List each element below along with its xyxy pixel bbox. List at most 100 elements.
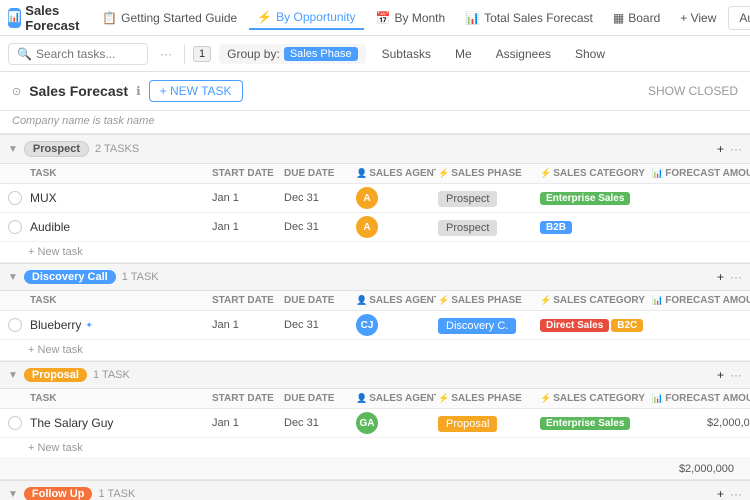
group-more-icon[interactable]: ··· (730, 142, 742, 156)
task-row[interactable]: Blueberry✦ Jan 1 Dec 31 CJ Discovery C. … (0, 311, 750, 340)
tab-getting-started[interactable]: 📋 Getting Started Guide (94, 7, 245, 29)
group-add-icon[interactable]: + (717, 487, 724, 500)
group-collapse-icon: ▼ (8, 272, 18, 283)
group-header-2[interactable]: ▼ Proposal 1 TASK + ··· (0, 361, 750, 389)
page-title-area: ⊙ Sales Forecast ℹ + NEW TASK (12, 80, 648, 102)
col-task: TASK (30, 168, 210, 179)
task-due-date: Dec 31 (284, 319, 354, 331)
task-row[interactable]: Audible Jan 1 Dec 31 A Prospect B2B – – … (0, 213, 750, 242)
sales-phase-pill: Prospect (438, 220, 497, 236)
total-icon: 📊 (465, 11, 480, 25)
add-view-label: + View (680, 11, 716, 25)
category-pill: B2B (540, 221, 572, 234)
forecast-amount-cell: – (652, 221, 750, 233)
col-sales-agent: 👤SALES AGENT (356, 393, 436, 404)
search-box[interactable]: 🔍 (8, 43, 148, 65)
automate-button[interactable]: Automate ▾ (728, 6, 750, 30)
sales-agent-avatar: A (356, 187, 436, 209)
tab-board[interactable]: ▦ Board (605, 7, 668, 29)
toolbar-divider (184, 44, 185, 64)
filter-count-badge[interactable]: 1 (193, 46, 211, 62)
tab-getting-started-label: Getting Started Guide (121, 11, 237, 25)
sparkle-icon: ✦ (85, 320, 93, 331)
task-checkbox[interactable] (8, 191, 22, 205)
tab-by-month-label: By Month (395, 11, 446, 25)
show-closed-button[interactable]: SHOW CLOSED (648, 84, 738, 98)
task-checkbox[interactable] (8, 318, 22, 332)
group-collapse-icon: ▼ (8, 370, 18, 381)
task-start-date: Jan 1 (212, 192, 282, 204)
col-forecast-amount: 📊FORECAST AMOUNT (652, 393, 750, 404)
task-start-date: Jan 1 (212, 221, 282, 233)
sales-phase-pill: Proposal (438, 416, 497, 432)
task-row[interactable]: The Salary Guy Jan 1 Dec 31 GA Proposal … (0, 409, 750, 438)
col-due-date: DUE DATE (284, 295, 354, 306)
column-headers: TASK START DATE DUE DATE 👤SALES AGENT ⚡S… (0, 389, 750, 409)
group-header-0[interactable]: ▼ Prospect 2 TASKS + ··· (0, 134, 750, 164)
group-header-1[interactable]: ▼ Discovery Call 1 TASK + ··· (0, 263, 750, 291)
me-button[interactable]: Me (447, 44, 480, 64)
group-add-icon[interactable]: + (717, 142, 724, 156)
column-headers: TASK START DATE DUE DATE 👤SALES AGENT ⚡S… (0, 291, 750, 311)
me-label: Me (455, 47, 472, 61)
subtitle-text: Company name is task name (0, 111, 750, 134)
task-start-date: Jan 1 (212, 417, 282, 429)
tab-total-forecast[interactable]: 📊 Total Sales Forecast (457, 7, 601, 29)
page-title: Sales Forecast (29, 83, 128, 99)
subtotal-row: $2,000,000 (0, 459, 750, 480)
group-task-count: 1 TASK (98, 488, 135, 500)
add-task-row: + New task (0, 438, 750, 459)
col-task: TASK (30, 295, 210, 306)
tab-by-month[interactable]: 📅 By Month (368, 7, 454, 29)
tab-board-label: Board (628, 11, 660, 25)
group-add-icon[interactable]: + (717, 368, 724, 382)
task-row[interactable]: MUX Jan 1 Dec 31 A Prospect Enterprise S… (0, 184, 750, 213)
tab-add-view[interactable]: + View (672, 7, 724, 29)
groups-container: ▼ Prospect 2 TASKS + ··· TASK START DATE… (0, 134, 750, 500)
show-button[interactable]: Show (567, 44, 613, 64)
sales-phase-pill: Discovery C. (438, 318, 516, 334)
task-checkbox[interactable] (8, 220, 22, 234)
col-sales-phase: ⚡SALES PHASE (438, 295, 538, 306)
group-by-button[interactable]: Group by: Sales Phase (219, 44, 365, 64)
col-forecast-amount: 📊FORECAST AMOUNT (652, 168, 750, 179)
expand-list-icon[interactable]: ⊙ (12, 85, 21, 98)
add-task-button[interactable]: + New task (28, 344, 742, 356)
sales-phase-cell: Discovery C. (438, 318, 538, 332)
search-input[interactable] (36, 47, 139, 61)
group-header-3[interactable]: ▼ Follow Up 1 TASK + ··· (0, 480, 750, 500)
add-task-button[interactable]: + New task (28, 442, 742, 454)
group-badge: Proposal (24, 368, 87, 382)
task-due-date: Dec 31 (284, 221, 354, 233)
assignees-button[interactable]: Assignees (488, 44, 559, 64)
task-checkbox[interactable] (8, 416, 22, 430)
group-more-icon[interactable]: ··· (730, 487, 742, 500)
group-badge: Prospect (24, 141, 89, 157)
tab-by-opportunity[interactable]: ⚡ By Opportunity (249, 6, 363, 30)
group-more-icon[interactable]: ··· (730, 368, 742, 382)
col-sales-category: ⚡SALES CATEGORY (540, 168, 650, 179)
col-sales-agent: 👤SALES AGENT (356, 168, 436, 179)
automate-label: Automate (739, 11, 750, 25)
sales-agent-avatar: CJ (356, 314, 436, 336)
sales-phase-pill: Prospect (438, 191, 497, 207)
page-header: ⊙ Sales Forecast ℹ + NEW TASK SHOW CLOSE… (0, 72, 750, 111)
col-sales-category: ⚡SALES CATEGORY (540, 393, 650, 404)
task-name: The Salary Guy (30, 416, 210, 430)
month-icon: 📅 (376, 11, 391, 25)
tab-total-forecast-label: Total Sales Forecast (484, 11, 593, 25)
add-task-button[interactable]: + New task (28, 246, 742, 258)
group-more-icon[interactable]: ··· (730, 270, 742, 284)
top-nav: 📊 Sales Forecast 📋 Getting Started Guide… (0, 0, 750, 36)
subtasks-button[interactable]: Subtasks (374, 44, 439, 64)
new-task-button[interactable]: + NEW TASK (149, 80, 243, 102)
group-collapse-icon: ▼ (8, 144, 18, 155)
show-label: Show (575, 47, 605, 61)
more-options-icon[interactable]: ··· (156, 47, 176, 61)
info-icon[interactable]: ℹ (136, 84, 141, 98)
col-start-date: START DATE (212, 295, 282, 306)
task-due-date: Dec 31 (284, 192, 354, 204)
category-pill: Enterprise Sales (540, 417, 630, 430)
app-title: Sales Forecast (25, 3, 86, 33)
group-add-icon[interactable]: + (717, 270, 724, 284)
